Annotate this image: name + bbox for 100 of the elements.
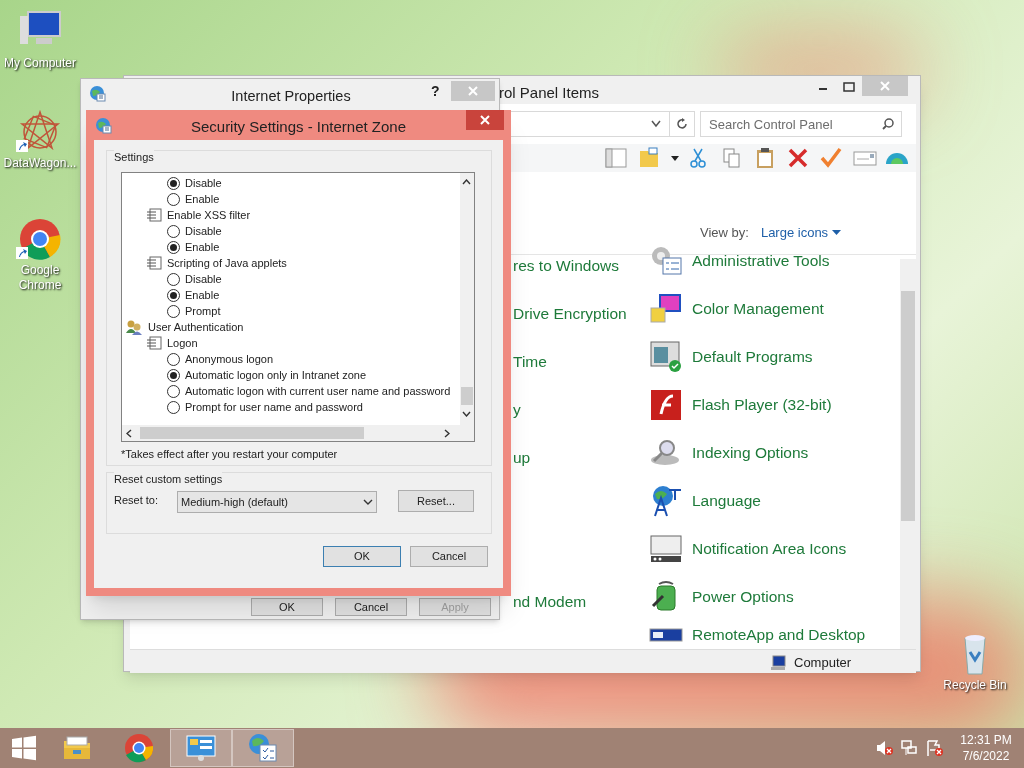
scroll-left-icon: [126, 429, 132, 438]
flash-icon: [649, 388, 683, 422]
control-panel-item[interactable]: Time: [513, 350, 547, 374]
control-panel-icon: [185, 732, 217, 764]
scrollbar-thumb[interactable]: [461, 387, 473, 405]
radio-button[interactable]: [167, 384, 180, 398]
clock[interactable]: 12:31 PM 7/6/2022: [948, 732, 1024, 764]
radio-label[interactable]: Disable: [185, 270, 222, 288]
field-label: Reset to:: [114, 493, 159, 508]
control-panel-item[interactable]: RemoteApp and Desktop: [649, 628, 866, 650]
scrollbar[interactable]: [460, 173, 474, 425]
radio-button[interactable]: [167, 224, 180, 238]
radio-button[interactable]: [167, 400, 180, 414]
globe-icon: [94, 116, 112, 134]
control-panel-item[interactable]: Default Programs: [649, 340, 813, 374]
layout-icon: [605, 147, 629, 169]
control-panel-item[interactable]: up: [513, 446, 531, 470]
checkmark-icon: [820, 147, 844, 169]
scroll-up-icon: [462, 179, 471, 185]
radio-button[interactable]: [167, 288, 180, 302]
speaker-muted-icon: [874, 739, 893, 757]
radio-button[interactable]: [167, 192, 180, 206]
refresh-icon: [676, 118, 688, 130]
radio-label[interactable]: Automatic logon only in Intranet zone: [185, 366, 366, 384]
chevron-down-icon: [651, 120, 661, 128]
dialog-button[interactable]: Cancel: [410, 546, 488, 567]
taskbar-app-button[interactable]: [170, 729, 232, 767]
flag-icon: [924, 739, 943, 757]
maximize-icon: [843, 82, 855, 92]
window-check-icon: [649, 340, 683, 374]
group-label: Settings: [114, 149, 154, 166]
radio-label[interactable]: Anonymous logon: [185, 350, 274, 368]
search-field[interactable]: Search Control Panel: [700, 111, 902, 137]
status-text: Computer: [794, 654, 852, 672]
help-button[interactable]: ?: [431, 81, 440, 102]
radio-label[interactable]: Enable: [185, 190, 220, 208]
radio-label[interactable]: Prompt: [185, 302, 221, 320]
dialog-button[interactable]: Cancel: [335, 598, 407, 616]
radio-label[interactable]: Prompt for user name and password: [185, 398, 363, 416]
scrollbar-thumb[interactable]: [901, 291, 915, 521]
radio-label[interactable]: Enable: [185, 238, 220, 256]
caret-icon: [671, 155, 679, 161]
radio-button[interactable]: [167, 176, 180, 190]
scroll-right-icon: [444, 429, 450, 438]
window-title: Security Settings - Internet Zone: [189, 117, 408, 137]
reset-button[interactable]: Reset...: [398, 490, 474, 512]
radio-button[interactable]: [167, 272, 180, 286]
control-panel-item[interactable]: res to Windows: [513, 254, 619, 278]
setting-icon: [146, 336, 162, 350]
radio-button[interactable]: [167, 352, 180, 366]
setting-label: Scripting of Java applets: [167, 255, 287, 271]
control-panel-item[interactable]: Indexing Options: [649, 436, 809, 470]
control-panel-item[interactable]: Power Options: [649, 580, 794, 614]
close-icon: [468, 86, 478, 96]
scrollbar-thumb[interactable]: [140, 427, 364, 439]
computer-icon: [770, 654, 786, 671]
taskbar-app-button[interactable]: [232, 729, 294, 767]
radio-label[interactable]: Disable: [185, 222, 222, 240]
windows-logo-icon: [11, 735, 37, 761]
radio-label[interactable]: Disable: [185, 174, 222, 192]
control-panel-item[interactable]: nd Modem: [513, 590, 587, 614]
setting-icon: [146, 256, 162, 270]
shortcut-arrow-icon: [16, 140, 28, 152]
control-panel-item[interactable]: Notification Area Icons: [649, 532, 847, 566]
radio-label[interactable]: Automatic logon with current user name and password: [185, 382, 451, 400]
scrollbar[interactable]: [122, 425, 474, 441]
reset-level-dropdown[interactable]: Medium-high (default): [177, 491, 377, 513]
control-panel-item[interactable]: y: [513, 398, 521, 422]
shell-icon: [886, 152, 908, 164]
view-by-dropdown[interactable]: Large icons: [760, 223, 842, 243]
globe-icon: [88, 84, 106, 102]
control-panel-item[interactable]: Administrative Tools: [649, 244, 830, 278]
radio-label[interactable]: Enable: [185, 286, 220, 304]
dialog-button[interactable]: OK: [251, 598, 323, 616]
scroll-down-icon: [462, 411, 471, 417]
setting-label: Enable XSS filter: [167, 207, 251, 223]
control-panel-item[interactable]: Language: [649, 484, 761, 518]
control-panel-item[interactable]: Color Management: [649, 292, 824, 326]
close-icon: [880, 81, 890, 91]
monitor-icon: [649, 292, 683, 326]
refresh-button[interactable]: [669, 111, 695, 137]
setting-icon: [146, 208, 162, 222]
close-button[interactable]: [466, 110, 504, 130]
shortcut-arrow-icon: [16, 247, 28, 259]
dropdown-arrow-icon: [832, 229, 842, 236]
radio-button[interactable]: [167, 304, 180, 318]
control-panel-item[interactable]: Flash Player (32-bit): [649, 388, 832, 422]
chevron-down-icon: [363, 498, 373, 506]
monitor-icon: [649, 628, 683, 642]
network-icon: [899, 739, 918, 757]
footnote: *Takes effect after you restart your computer: [121, 447, 338, 462]
radio-button[interactable]: [167, 240, 180, 254]
close-icon: [480, 115, 490, 125]
globe-checklist-icon: [247, 732, 279, 764]
dialog-button[interactable]: OK: [323, 546, 401, 567]
radio-button[interactable]: [167, 368, 180, 382]
control-panel-item[interactable]: Drive Encryption: [513, 302, 627, 326]
window-title: rol Panel Items: [499, 83, 600, 103]
scrollbar[interactable]: [900, 259, 916, 651]
category-label: User Authentication: [148, 319, 244, 335]
